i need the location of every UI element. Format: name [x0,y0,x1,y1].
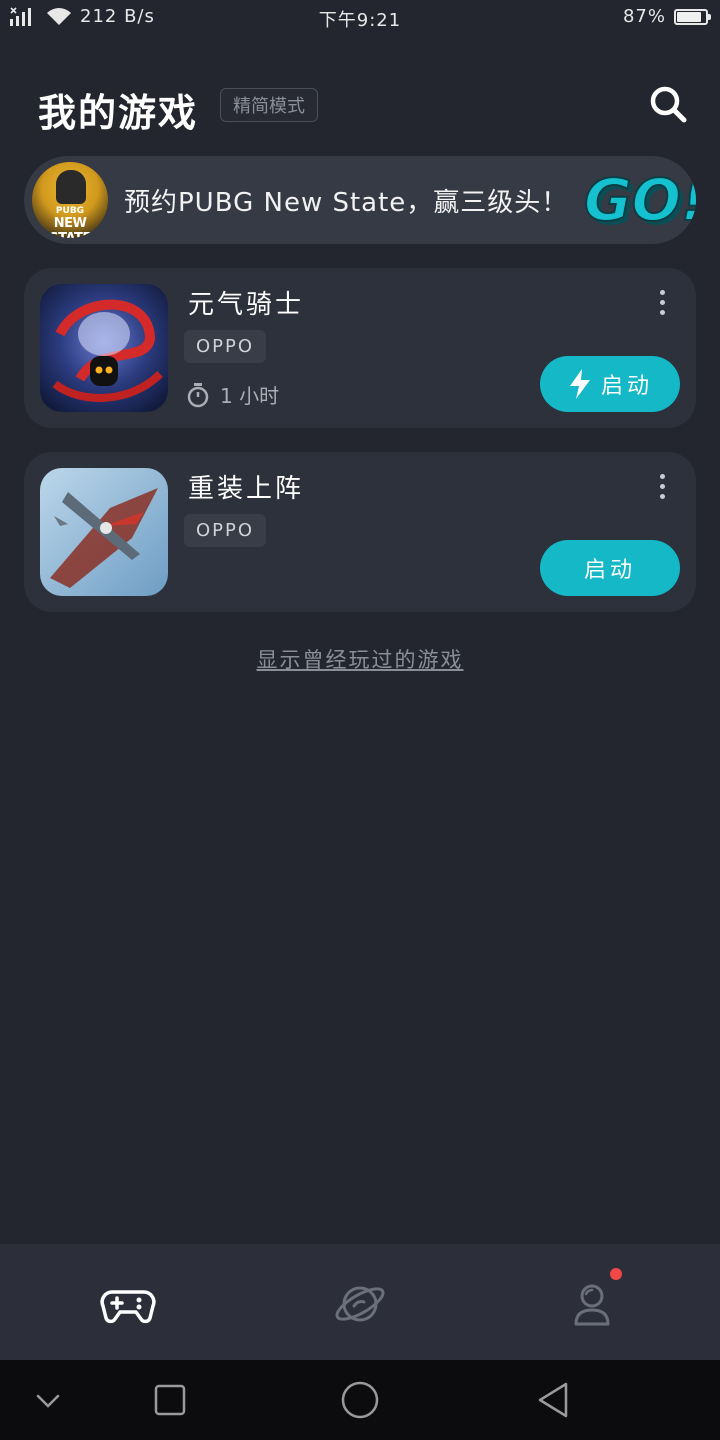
tab-discover[interactable] [330,1274,390,1334]
timer-icon [187,382,209,407]
banner-text: 预约PUBG New State，赢三级头！ [124,188,569,218]
playtime-text: 1 小时 [220,384,280,408]
bottom-tab-bar [0,1244,720,1360]
nav-home-button[interactable] [340,1380,380,1420]
more-options-button[interactable] [652,474,672,502]
battery-level [677,11,702,22]
tab-my-games[interactable] [98,1274,158,1334]
publisher-tag: OPPO [184,330,267,363]
game-title: 元气骑士 [188,290,305,320]
circle-icon [341,1381,379,1419]
launch-button[interactable]: 启动 [540,356,680,412]
gamepad-icon [100,1290,156,1324]
page-header: 我的游戏 精简模式 [38,82,690,135]
more-options-button[interactable] [652,290,672,318]
notification-badge [610,1268,622,1280]
heavy-armor-icon[interactable] [40,468,168,596]
game-title: 重装上阵 [188,474,305,504]
launch-label: 启动 [583,558,636,583]
planet-icon [335,1286,385,1322]
page-title: 我的游戏 [38,91,199,135]
lightning-icon [569,369,590,399]
soul-knight-icon[interactable] [40,284,168,412]
launch-label: 启动 [600,374,653,399]
go-logo-text: GO! [584,166,696,234]
search-button[interactable] [646,82,690,126]
soldier-icon [56,170,86,204]
nav-collapse-button[interactable] [28,1380,68,1420]
game-card-soul-knight[interactable]: 元气骑士 OPPO 1 小时 启动 [24,268,696,428]
nav-recents-button[interactable] [150,1380,190,1420]
status-right: 87% [622,6,711,27]
search-icon [650,86,687,123]
back-triangle-icon [538,1382,568,1418]
status-time: 下午9:21 [318,10,402,31]
chevron-down-icon [36,1394,60,1408]
square-icon [154,1384,186,1416]
show-played-games-link[interactable]: 显示曾经玩过的游戏 [0,644,720,674]
tab-profile[interactable] [562,1268,622,1334]
profile-icon [574,1284,610,1326]
pubg-new-state-logo: PUBG NEW STATE [32,162,108,238]
system-nav-bar [0,1360,720,1440]
playtime: 1 小时 [186,380,279,409]
logo-line-1: PUBG [55,206,85,216]
simple-mode-button[interactable]: 精简模式 [220,88,318,122]
launch-button[interactable]: 启动 [540,540,680,596]
battery-percent: 87% [622,6,666,27]
publisher-tag: OPPO [184,514,267,547]
logo-line-2: NEW STATE [49,216,91,238]
nav-back-button[interactable] [534,1380,574,1420]
status-bar: 212 B/s 下午9:21 87% [0,0,720,36]
promo-banner[interactable]: PUBG NEW STATE 预约PUBG New State，赢三级头！ GO… [24,156,696,244]
go-logo: GO! GO! [583,166,696,236]
game-card-heavy-armor[interactable]: 重装上阵 OPPO 启动 [24,452,696,612]
battery-icon [674,8,711,25]
